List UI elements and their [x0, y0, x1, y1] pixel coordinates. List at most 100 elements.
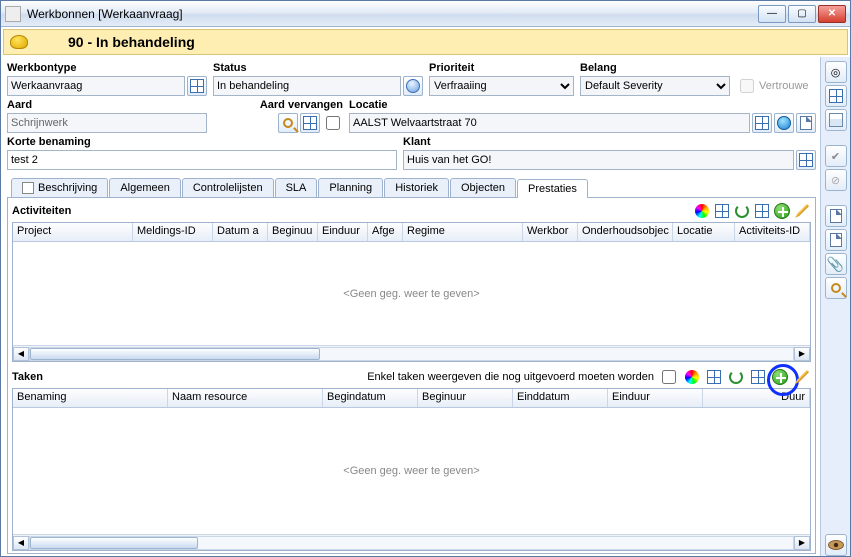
scroll-left[interactable]: ◀ — [13, 347, 29, 361]
col-onderhoudsobj[interactable]: Onderhoudsobjec — [578, 223, 673, 241]
activiteiten-empty: <Geen geg. weer te geven> — [343, 288, 479, 300]
titlebar[interactable]: Werkbonnen [Werkaanvraag] — ▢ ✕ — [1, 1, 850, 27]
taken-add-button[interactable] — [771, 368, 789, 386]
columns-icon — [715, 204, 729, 218]
taken-edit-button[interactable] — [793, 368, 811, 386]
locatie-globe-button[interactable] — [774, 113, 794, 133]
col-locatie[interactable]: Locatie — [673, 223, 735, 241]
taken-colorwheel-button[interactable] — [683, 368, 701, 386]
label-klant: Klant — [403, 135, 816, 150]
tab-objecten[interactable]: Objecten — [450, 178, 516, 197]
aard-search-button[interactable] — [278, 113, 298, 133]
taken-grid-header[interactable]: Benaming Naam resource Begindatum Beginu… — [13, 389, 810, 408]
close-button[interactable]: ✕ — [818, 5, 846, 23]
colorwheel-icon — [695, 204, 709, 218]
rt-grid-button[interactable] — [825, 85, 847, 107]
tab-sla[interactable]: SLA — [275, 178, 318, 197]
tab-algemeen[interactable]: Algemeen — [109, 178, 181, 197]
locatie-detail-button[interactable] — [796, 113, 816, 133]
refresh-icon — [729, 370, 743, 384]
taken-scroll[interactable]: ◀ ▶ — [13, 534, 810, 550]
rt-search-button[interactable] — [825, 277, 847, 299]
label-prioriteit: Prioriteit — [429, 61, 574, 76]
col-datum[interactable]: Datum a — [213, 223, 268, 241]
col-duur[interactable]: Duur — [703, 389, 810, 407]
col-einduur2[interactable]: Einduur — [608, 389, 703, 407]
aard-vervangen-checkbox[interactable] — [326, 116, 340, 130]
tab-beschrijving[interactable]: Beschrijving — [11, 178, 108, 197]
scroll-thumb[interactable] — [30, 348, 320, 360]
tabstrip: Beschrijving Algemeen Controlelijsten SL… — [7, 178, 816, 198]
window: Werkbonnen [Werkaanvraag] — ▢ ✕ 90 - In … — [0, 0, 851, 557]
rt-check-button[interactable]: ✔ — [825, 145, 847, 167]
taken-refresh-button[interactable] — [727, 368, 745, 386]
right-toolbar: ◎ ✔ ⊘ 📎 — [820, 57, 850, 556]
col-regime[interactable]: Regime — [403, 223, 523, 241]
col-beginuur[interactable]: Beginuu — [268, 223, 318, 241]
taken-grid-body: <Geen geg. weer te geven> — [13, 408, 810, 534]
act-add-button[interactable] — [773, 202, 791, 220]
rt-doc1-button[interactable] — [825, 205, 847, 227]
col-einduur[interactable]: Einduur — [318, 223, 368, 241]
act-refresh-button[interactable] — [733, 202, 751, 220]
belang-select[interactable]: Default Severity — [580, 76, 730, 96]
scroll-right[interactable]: ▶ — [794, 347, 810, 361]
act-colorwheel-button[interactable] — [693, 202, 711, 220]
activiteiten-scroll[interactable]: ◀ ▶ — [13, 345, 810, 361]
app-icon — [5, 6, 21, 22]
activiteiten-grid: Project Meldings-ID Datum a Beginuu Eind… — [12, 222, 811, 362]
vertrouwelijk-checkbox — [740, 79, 754, 93]
col-werkbon[interactable]: Werkbor — [523, 223, 578, 241]
taken-title: Taken — [12, 371, 43, 383]
rt-cal-button[interactable] — [825, 109, 847, 131]
klant-grid-button[interactable] — [796, 150, 816, 170]
werkbontype-picker[interactable] — [187, 76, 207, 96]
maximize-button[interactable]: ▢ — [788, 5, 816, 23]
minimize-button[interactable]: — — [758, 5, 786, 23]
scroll-track[interactable] — [29, 536, 794, 550]
columns-icon — [707, 370, 721, 384]
act-grid-button[interactable] — [753, 202, 771, 220]
tab-pane-prestaties: Activiteiten Project Meldings-ID Da — [7, 198, 816, 554]
col-activiteitsid[interactable]: Activiteits-ID — [735, 223, 810, 241]
rt-attach-button[interactable]: 📎 — [825, 253, 847, 275]
scroll-left[interactable]: ◀ — [13, 536, 29, 550]
col-einddatum[interactable]: Einddatum — [513, 389, 608, 407]
col-meldingsid[interactable]: Meldings-ID — [133, 223, 213, 241]
rt-doc2-button[interactable] — [825, 229, 847, 251]
taken-filter-checkbox[interactable] — [662, 370, 676, 384]
search-icon — [283, 118, 293, 128]
tab-prestaties[interactable]: Prestaties — [517, 179, 588, 198]
rt-target-button[interactable]: ◎ — [825, 61, 847, 83]
act-edit-button[interactable] — [793, 202, 811, 220]
scroll-right[interactable]: ▶ — [794, 536, 810, 550]
rt-nocheck-button[interactable]: ⊘ — [825, 169, 847, 191]
act-columns-button[interactable] — [713, 202, 731, 220]
taken-grid-button[interactable] — [749, 368, 767, 386]
col-benaming[interactable]: Benaming — [13, 389, 168, 407]
col-project[interactable]: Project — [13, 223, 133, 241]
taken-columns-button[interactable] — [705, 368, 723, 386]
status-wizard-button[interactable] — [403, 76, 423, 96]
page-icon — [830, 209, 842, 223]
status-value: In behandeling — [213, 76, 401, 96]
scroll-track[interactable] — [29, 347, 794, 361]
prioriteit-select[interactable]: Verfraaiing — [429, 76, 574, 96]
tab-controlelijsten[interactable]: Controlelijsten — [182, 178, 274, 197]
locatie-grid-button[interactable] — [752, 113, 772, 133]
scroll-thumb[interactable] — [30, 537, 198, 549]
tab-planning[interactable]: Planning — [318, 178, 383, 197]
label-werkbontype: Werkbontype — [7, 61, 207, 76]
col-begindatum[interactable]: Begindatum — [323, 389, 418, 407]
page-icon — [800, 116, 812, 130]
korte-benaming-input[interactable] — [7, 150, 397, 170]
aard-grid-button[interactable] — [300, 113, 320, 133]
activiteiten-grid-header[interactable]: Project Meldings-ID Datum a Beginuu Eind… — [13, 223, 810, 242]
pencil-icon — [795, 204, 809, 218]
tab-historiek[interactable]: Historiek — [384, 178, 449, 197]
col-naamresource[interactable]: Naam resource — [168, 389, 323, 407]
col-afge[interactable]: Afge — [368, 223, 403, 241]
rt-eye-button[interactable] — [825, 534, 847, 556]
label-aard-vervangen: Aard vervangen — [213, 98, 343, 113]
col-beginuur2[interactable]: Beginuur — [418, 389, 513, 407]
